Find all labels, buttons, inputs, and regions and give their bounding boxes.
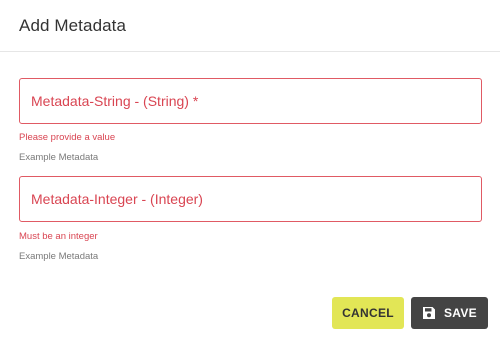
metadata-integer-error: Must be an integer xyxy=(19,231,98,242)
save-button-label: SAVE xyxy=(444,306,477,320)
dialog-title: Add Metadata xyxy=(19,16,127,35)
metadata-string-helper: Example Metadata xyxy=(19,152,99,163)
metadata-string-label: Metadata-String - (String) * xyxy=(31,93,199,109)
add-metadata-dialog: Add Metadata Metadata-String - (String) … xyxy=(0,0,500,340)
cancel-button-label: CANCEL xyxy=(342,306,394,320)
metadata-integer-field[interactable]: Metadata-Integer - (Integer) xyxy=(19,176,482,222)
metadata-string-error: Please provide a value xyxy=(19,132,116,143)
dialog-header: Add Metadata xyxy=(0,0,500,52)
save-button[interactable]: SAVE xyxy=(411,297,488,329)
metadata-integer-helper: Example Metadata xyxy=(19,251,99,262)
cancel-button[interactable]: CANCEL xyxy=(332,297,404,329)
metadata-string-field[interactable]: Metadata-String - (String) * xyxy=(19,78,482,124)
metadata-integer-label: Metadata-Integer - (Integer) xyxy=(31,191,203,207)
floppy-disk-icon xyxy=(422,306,436,320)
